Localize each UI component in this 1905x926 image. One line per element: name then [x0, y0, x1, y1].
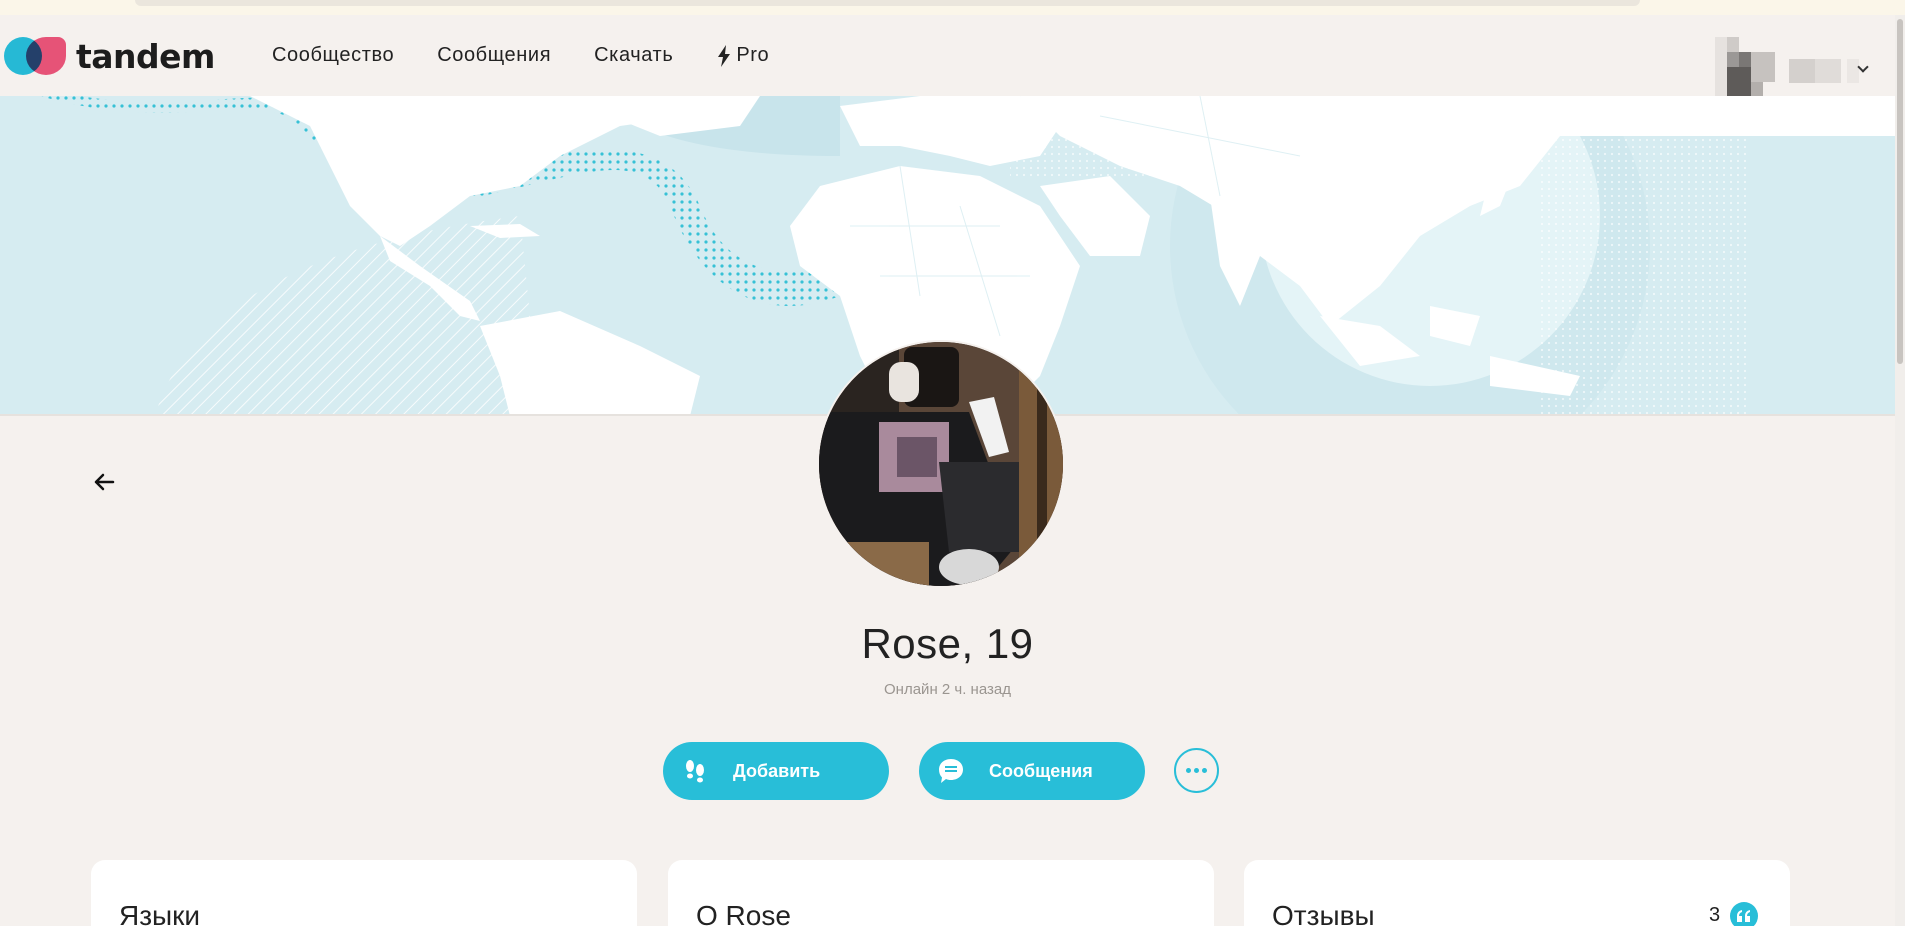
- tandem-logo[interactable]: tandem: [4, 35, 215, 77]
- address-bar-edge: [135, 0, 1640, 6]
- nav-messages[interactable]: Сообщения: [437, 44, 551, 67]
- chat-bubble-icon: [939, 759, 963, 783]
- online-status: Онлайн 2 ч. назад: [884, 681, 1011, 698]
- reviews-count: 3: [1709, 904, 1721, 926]
- footprints-icon: [686, 760, 704, 783]
- quote-icon[interactable]: [1730, 902, 1758, 926]
- tandem-logo-icon: [4, 35, 68, 77]
- site-header: tandem Сообщество Сообщения Скачать Pro: [0, 15, 1895, 97]
- nav-pro-label: Pro: [736, 44, 770, 66]
- add-partner-label: Добавить: [733, 760, 821, 781]
- nav-community[interactable]: Сообщество: [272, 44, 394, 67]
- more-options-button[interactable]: [1174, 748, 1219, 793]
- brand-name: tandem: [76, 36, 215, 76]
- send-message-button[interactable]: Сообщения: [919, 742, 1145, 800]
- reviews-card-title: Отзывы: [1272, 900, 1375, 926]
- chevron-down-icon: [1857, 61, 1869, 73]
- back-button[interactable]: [90, 468, 118, 496]
- nav-download[interactable]: Скачать: [594, 44, 673, 67]
- send-message-label: Сообщения: [989, 760, 1093, 781]
- languages-card-title: Языки: [119, 900, 201, 926]
- arrow-left-icon: [94, 473, 115, 491]
- add-partner-button[interactable]: Добавить: [663, 742, 889, 800]
- scrollbar-thumb[interactable]: [1897, 19, 1903, 364]
- profile-photo[interactable]: [817, 340, 1065, 588]
- reviews-card: Отзывы 3: [1244, 860, 1790, 926]
- main-nav: Сообщество Сообщения Скачать Pro: [272, 44, 812, 67]
- profile-photo-image: [819, 342, 1063, 586]
- about-card-title: О Rose: [696, 900, 791, 926]
- about-card: О Rose: [668, 860, 1214, 926]
- bolt-icon: [718, 44, 731, 67]
- profile-name-age: Rose, 19: [861, 620, 1034, 667]
- languages-card: Языки: [91, 860, 637, 926]
- more-dots-icon: [1185, 768, 1209, 773]
- nav-pro[interactable]: Pro: [716, 44, 769, 67]
- page-scrollbar[interactable]: [1895, 15, 1905, 926]
- user-menu-avatar[interactable]: [1715, 37, 1870, 97]
- browser-top-strip: [0, 0, 1905, 15]
